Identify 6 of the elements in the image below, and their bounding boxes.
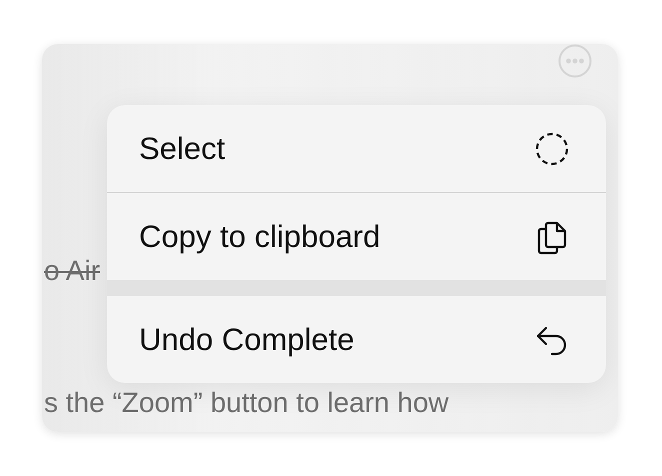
menu-item[interactable]: Undo Complete	[107, 296, 606, 383]
note-text: s the “Zoom” button to learn how	[44, 386, 449, 420]
menu-item[interactable]: Select	[107, 105, 606, 192]
dashed-circle-icon	[534, 130, 570, 166]
more-icon[interactable]	[558, 44, 592, 78]
note-text: o Air	[44, 254, 100, 288]
